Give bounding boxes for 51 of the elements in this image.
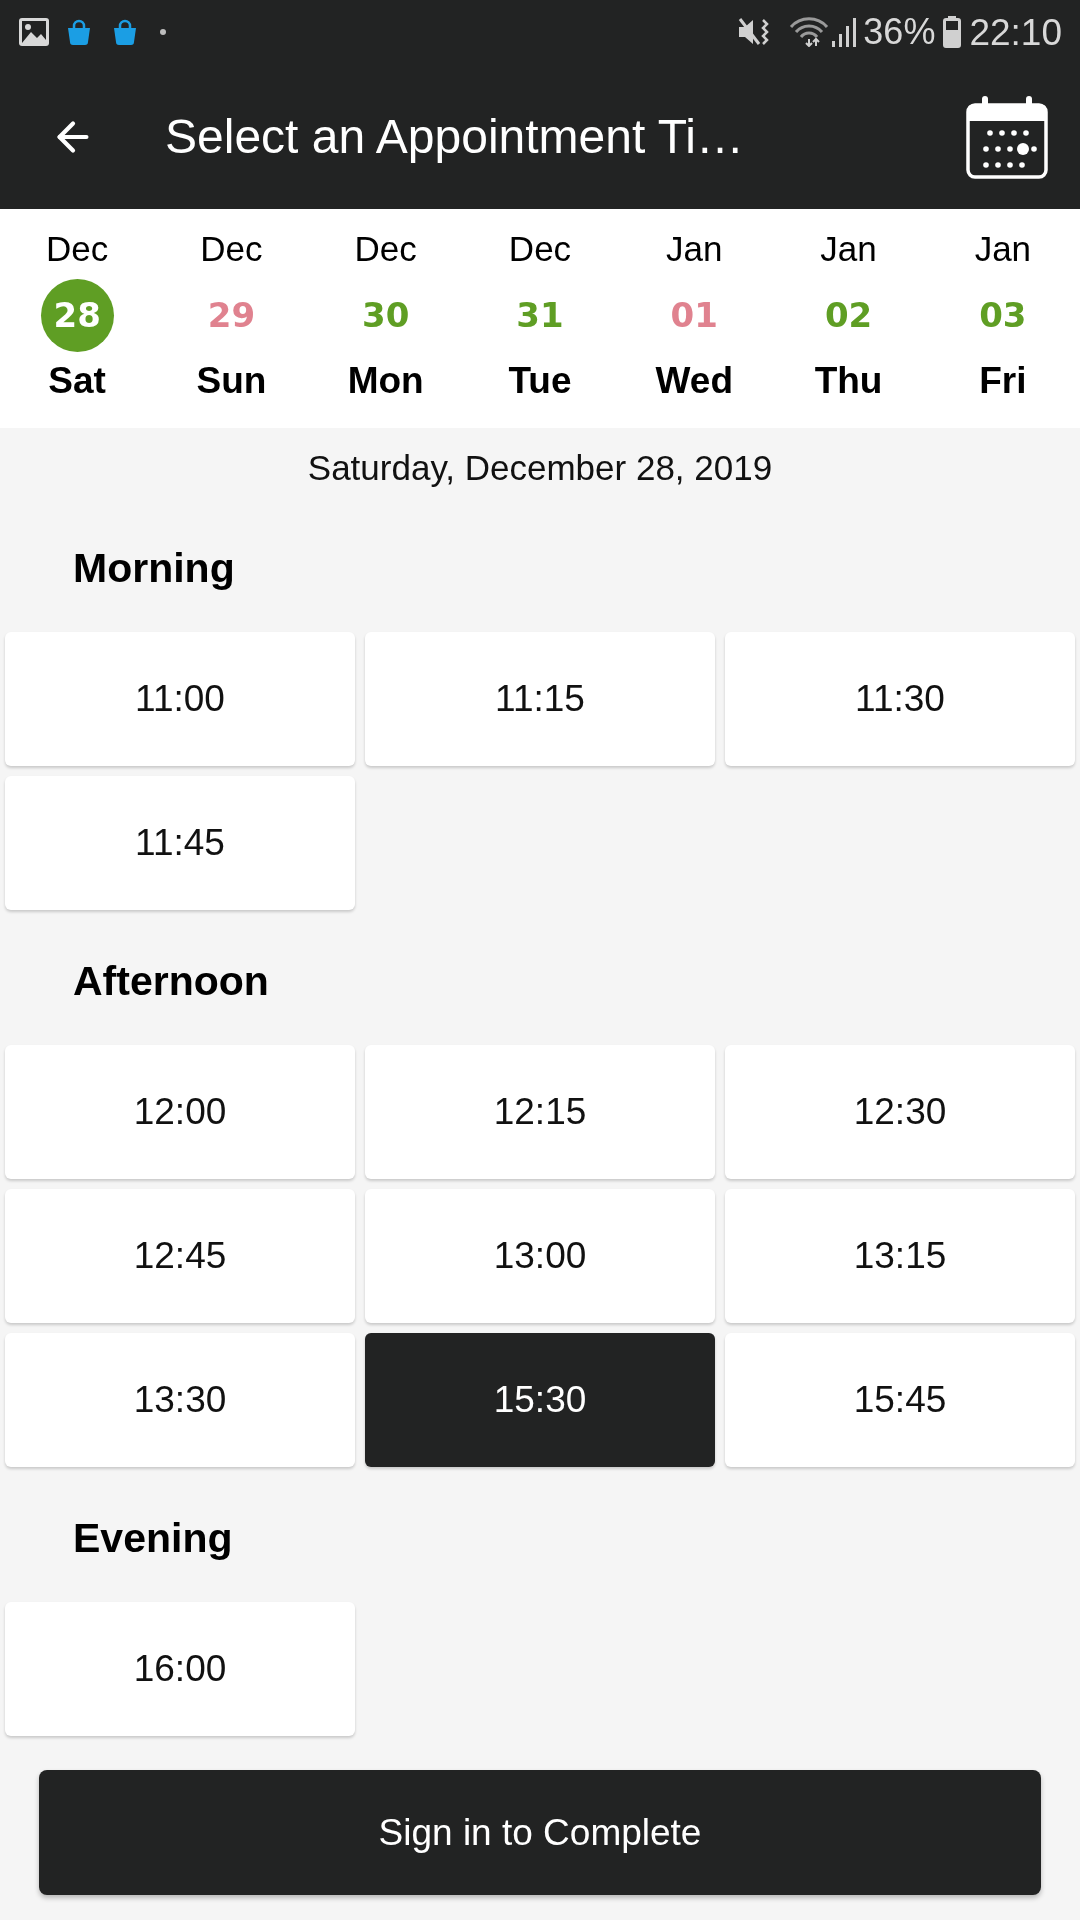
day-number: 29 bbox=[207, 294, 256, 337]
time-slot-button[interactable]: 11:45 bbox=[5, 776, 355, 910]
battery-percentage: 36% bbox=[863, 14, 936, 50]
month-label: Dec bbox=[354, 229, 417, 269]
month-label: Jan bbox=[974, 229, 1032, 269]
clock-time: 22:10 bbox=[969, 13, 1062, 51]
battery-icon bbox=[943, 16, 962, 48]
month-label: Dec bbox=[46, 229, 109, 269]
section-heading: Afternoon bbox=[73, 958, 269, 1004]
time-slot-button[interactable]: 15:45 bbox=[725, 1333, 1075, 1467]
section-heading: Morning bbox=[73, 545, 235, 591]
sign-in-button[interactable]: Sign in to Complete bbox=[39, 1770, 1041, 1895]
time-slot-button[interactable]: 11:00 bbox=[5, 632, 355, 766]
time-slot-button[interactable]: 16:00 bbox=[5, 1602, 355, 1736]
selected-day-number: 28 bbox=[40, 279, 114, 352]
weekday-label: Mon bbox=[347, 360, 424, 402]
day-number: 30 bbox=[362, 294, 410, 337]
weekday-label: Thu bbox=[814, 360, 883, 402]
weekday-label: Wed bbox=[655, 360, 733, 402]
day-number: 01 bbox=[670, 294, 718, 337]
screen-title: Select an Appointment Ti… bbox=[165, 112, 744, 161]
gallery-icon bbox=[18, 17, 50, 47]
weekday-label: Tue bbox=[508, 360, 572, 402]
time-slot-button[interactable]: 12:30 bbox=[725, 1045, 1075, 1179]
weekday-label: Sun bbox=[196, 360, 267, 402]
dot-icon bbox=[160, 29, 166, 35]
time-slot-button[interactable]: 12:00 bbox=[5, 1045, 355, 1179]
time-slot-button[interactable]: 13:15 bbox=[725, 1189, 1075, 1323]
time-slot-button[interactable]: 13:30 bbox=[5, 1333, 355, 1467]
day-number: 02 bbox=[824, 294, 873, 337]
time-slot-button[interactable]: 13:00 bbox=[365, 1189, 715, 1323]
selected-date-label: Saturday, December 28, 2019 bbox=[307, 448, 773, 488]
month-label: Dec bbox=[200, 229, 263, 269]
month-label: Dec bbox=[508, 229, 572, 269]
weekday-label: Sat bbox=[48, 360, 106, 402]
day-number: 31 bbox=[516, 294, 564, 337]
time-slot-button[interactable]: 12:45 bbox=[5, 1189, 355, 1323]
calendar-icon[interactable] bbox=[966, 94, 1048, 179]
time-slot-button[interactable]: 15:30 bbox=[365, 1333, 715, 1467]
wifi-icon bbox=[789, 17, 830, 47]
signal-icon bbox=[831, 17, 858, 47]
time-slot-button[interactable]: 11:30 bbox=[725, 632, 1075, 766]
time-slot-button[interactable]: 12:15 bbox=[365, 1045, 715, 1179]
section-heading: Evening bbox=[73, 1515, 233, 1561]
shopping-bag-icon bbox=[112, 19, 138, 45]
shopping-bag-icon bbox=[66, 19, 92, 45]
month-label: Jan bbox=[666, 229, 723, 269]
day-number: 03 bbox=[979, 294, 1027, 337]
month-label: Jan bbox=[820, 229, 877, 269]
weekday-label: Fri bbox=[979, 360, 1027, 402]
time-slot-button[interactable]: 11:15 bbox=[365, 632, 715, 766]
